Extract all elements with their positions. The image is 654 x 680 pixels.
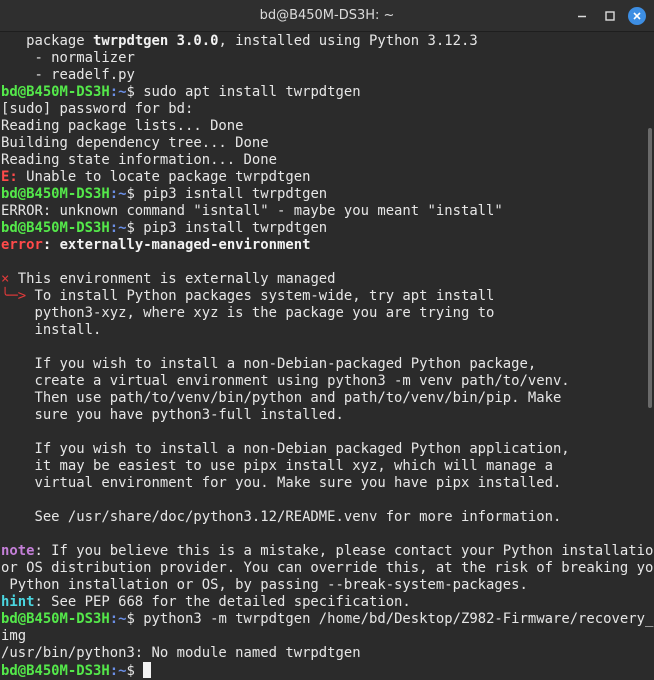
command-line: bd@B450M-DS3H:~$ pip3 isntall twrpdtgen (1, 186, 328, 202)
output-line: create a virtual environment using pytho… (1, 373, 570, 389)
output-line: × This environment is externally managed (1, 271, 336, 287)
error-line: E: Unable to locate package twrpdtgen (1, 169, 311, 185)
hint-line: hint: See PEP 668 for the detailed speci… (1, 594, 411, 610)
output-line: sure you have python3-full installed. (1, 407, 344, 423)
output-line: virtual environment for you. Make sure y… (1, 475, 562, 491)
note-line: note: If you believe this is a mistake, … (1, 543, 654, 559)
output-line: - readelf.py (1, 67, 135, 83)
scrollbar[interactable] (648, 128, 652, 408)
output-line: Reading state information... Done (1, 152, 277, 168)
output-line: ERROR: unknown command "isntall" - maybe… (1, 203, 503, 219)
output-line: img (1, 628, 27, 644)
command-line: bd@B450M-DS3H:~$ sudo apt install twrpdt… (1, 84, 361, 100)
minimize-icon (578, 15, 586, 18)
text-cursor (143, 662, 152, 678)
maximize-icon (605, 11, 615, 21)
terminal-window: bd@B450M-DS3H: ~ package twrpdtgen 3.0.0… (0, 0, 654, 680)
command-line: bd@B450M-DS3H:~$ python3 -m twrpdtgen /h… (1, 611, 654, 627)
output-line: package twrpdtgen 3.0.0, installed using… (1, 33, 478, 49)
output-line: - normalizer (1, 50, 135, 66)
output-line: or OS distribution provider. You can ove… (1, 560, 654, 576)
close-icon (633, 12, 641, 20)
output-line: If you wish to install a non-Debian-pack… (1, 356, 537, 372)
output-line: python3-xyz, where xyz is the package yo… (1, 305, 495, 321)
window-title: bd@B450M-DS3H: ~ (259, 8, 395, 23)
terminal-output[interactable]: package twrpdtgen 3.0.0, installed using… (0, 32, 654, 680)
output-line: /usr/bin/python3: No module named twrpdt… (1, 645, 361, 661)
output-line: Python installation or OS, by passing --… (1, 577, 528, 593)
output-line: See /usr/share/doc/python3.12/README.ven… (1, 509, 562, 525)
output-line: ╰─> To install Python packages system-wi… (1, 288, 495, 304)
maximize-button[interactable] (601, 7, 619, 25)
output-line: install. (1, 322, 102, 338)
output-line: [sudo] password for bd: (1, 101, 194, 117)
output-line: If you wish to install a non-Debian pack… (1, 441, 570, 457)
close-button[interactable] (628, 7, 646, 25)
current-prompt[interactable]: bd@B450M-DS3H:~$ (1, 662, 152, 679)
error-line: error: externally-managed-environment (1, 237, 311, 253)
minimize-button[interactable] (573, 7, 591, 25)
title-bar[interactable]: bd@B450M-DS3H: ~ (0, 0, 654, 32)
output-line: it may be easiest to use pipx install xy… (1, 458, 553, 474)
output-line: Building dependency tree... Done (1, 135, 269, 151)
output-line: Then use path/to/venv/bin/python and pat… (1, 390, 562, 406)
command-line: bd@B450M-DS3H:~$ pip3 install twrpdtgen (1, 220, 328, 236)
output-line: Reading package lists... Done (1, 118, 244, 134)
